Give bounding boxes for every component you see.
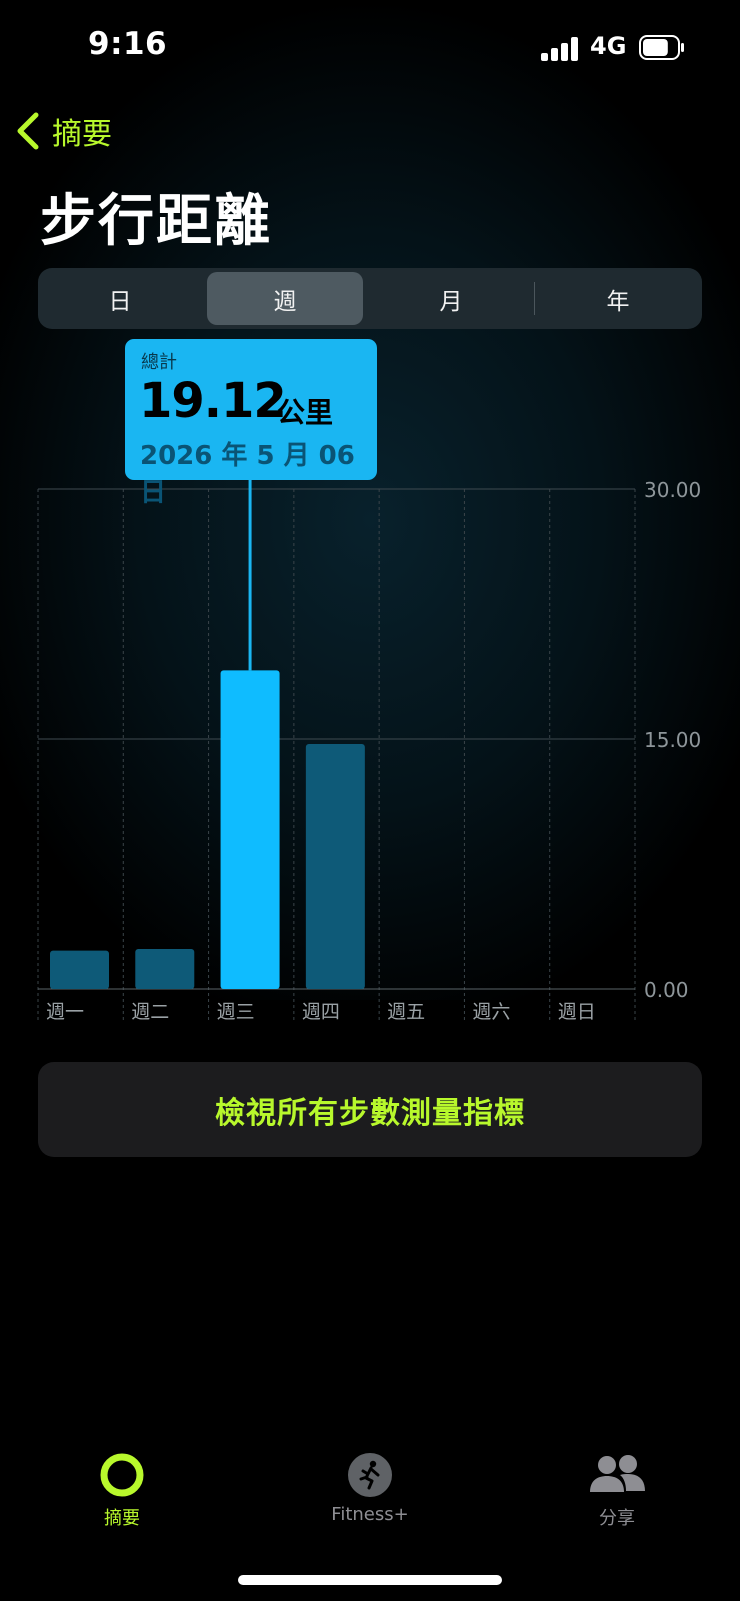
tooltip-date: 2026 年 5 月 06 日 bbox=[140, 441, 355, 508]
tooltip-total-label: 總計 bbox=[141, 352, 177, 373]
selection-tooltip: 總計 19.12 公里 2026 年 5 月 06 日 bbox=[125, 339, 377, 508]
tooltip-unit: 公里 bbox=[277, 396, 334, 429]
x-tick-label: 週六 bbox=[472, 1001, 510, 1023]
distance-bar-chart: 0.00 15.00 30.00 週一 週二 週三 週四 週五 週六 週日 bbox=[37, 470, 701, 1023]
segment-month[interactable]: 月 bbox=[373, 272, 529, 325]
tab-summary-label: 摘要 bbox=[104, 1508, 140, 1529]
tab-fitness-plus[interactable]: Fitness+ bbox=[290, 1452, 450, 1525]
tooltip-value: 19.12 bbox=[139, 373, 287, 429]
tab-summary[interactable]: 摘要 bbox=[42, 1452, 202, 1530]
running-figure-icon bbox=[348, 1453, 392, 1497]
x-tick-label: 週三 bbox=[217, 1001, 255, 1023]
x-tick-label: 週一 bbox=[46, 1001, 84, 1023]
y-tick-label: 15.00 bbox=[644, 728, 701, 752]
bar bbox=[135, 949, 195, 989]
segment-divider bbox=[534, 282, 535, 315]
view-all-step-metrics-button[interactable]: 檢視所有步數測量指標 bbox=[38, 1062, 702, 1157]
period-segmented-control: 日 週 月 年 bbox=[38, 268, 702, 329]
tab-sharing-label: 分享 bbox=[599, 1508, 635, 1529]
y-tick-label: 30.00 bbox=[644, 478, 701, 502]
chevron-left-icon bbox=[17, 112, 39, 150]
tab-fitness-plus-label: Fitness+ bbox=[331, 1504, 409, 1525]
bar-selected bbox=[220, 670, 280, 989]
segment-day[interactable]: 日 bbox=[42, 272, 198, 325]
battery-icon bbox=[639, 35, 684, 60]
activity-ring-icon bbox=[100, 1453, 144, 1497]
x-tick-label: 週四 bbox=[302, 1001, 340, 1023]
bar bbox=[50, 950, 109, 989]
x-tick-label: 週二 bbox=[131, 1001, 169, 1023]
x-tick-label: 週日 bbox=[558, 1001, 596, 1023]
status-time: 9:16 bbox=[88, 26, 168, 62]
bar bbox=[305, 744, 365, 989]
segment-year[interactable]: 年 bbox=[540, 272, 696, 325]
page-title: 步行距離 bbox=[40, 189, 272, 254]
network-type: 4G bbox=[590, 32, 627, 60]
back-label: 摘要 bbox=[52, 117, 112, 152]
home-indicator bbox=[238, 1575, 502, 1585]
tab-sharing[interactable]: 分享 bbox=[537, 1452, 697, 1530]
signal-strength-icon bbox=[541, 37, 579, 61]
segment-week[interactable]: 週 bbox=[207, 272, 363, 325]
x-tick-label: 週五 bbox=[387, 1001, 425, 1023]
y-tick-label: 0.00 bbox=[644, 978, 689, 1002]
people-icon bbox=[590, 1455, 645, 1492]
back-button[interactable]: 摘要 bbox=[14, 108, 112, 154]
